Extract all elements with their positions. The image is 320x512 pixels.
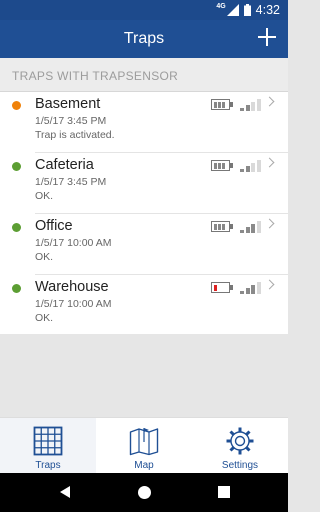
signal-bar	[256, 221, 261, 233]
trap-row[interactable]: Cafeteria 1/5/17 3:45 PM OK.	[0, 153, 288, 214]
signal-bar	[251, 224, 255, 233]
trap-date: 1/5/17 3:45 PM	[35, 115, 107, 127]
content-area: TRAPS WITH TRAPSENSOR Basement 1/5/17 3:…	[0, 58, 288, 417]
status-dot	[12, 223, 21, 232]
battery-icon	[211, 221, 233, 232]
tab-label: Traps	[35, 460, 61, 471]
status-dot	[12, 162, 21, 171]
battery-icon	[211, 282, 233, 293]
chevron-right-icon	[264, 279, 275, 290]
tab-traps[interactable]: Traps	[0, 418, 96, 474]
grid-icon	[33, 426, 63, 456]
cell-signal-icon	[226, 4, 239, 16]
battery-cell	[213, 162, 217, 169]
trap-status: OK.	[35, 312, 54, 324]
trap-name: Warehouse	[35, 279, 109, 295]
battery-cell	[221, 223, 225, 230]
back-icon[interactable]	[60, 486, 70, 498]
trap-row[interactable]: Basement 1/5/17 3:45 PM Trap is activate…	[0, 92, 288, 153]
trap-date: 1/5/17 3:45 PM	[35, 176, 107, 188]
signal-bar	[256, 99, 261, 111]
page-title: Traps	[123, 30, 165, 47]
status-dot	[12, 284, 21, 293]
signal-bar	[240, 230, 244, 233]
battery-cell	[221, 162, 225, 169]
trap-name: Office	[35, 218, 73, 234]
trap-row[interactable]: Warehouse 1/5/17 10:00 AM OK.	[0, 275, 288, 334]
tab-label: Map	[134, 460, 154, 471]
home-icon[interactable]	[138, 486, 151, 499]
battery-cell	[213, 284, 217, 291]
signal-bar	[256, 282, 261, 294]
system-nav-bar	[0, 473, 288, 512]
battery-icon	[211, 99, 233, 110]
signal-icon	[240, 160, 262, 172]
trap-status: Trap is activated.	[35, 129, 115, 141]
signal-icon	[240, 99, 262, 111]
signal-bar	[245, 227, 250, 233]
battery-status-icon	[243, 4, 251, 16]
status-bar: 4G 4:32	[0, 0, 288, 20]
signal-bar	[245, 166, 250, 172]
signal-bar	[251, 102, 255, 111]
battery-icon	[211, 160, 233, 171]
trap-date: 1/5/17 10:00 AM	[35, 237, 112, 249]
trap-status: OK.	[35, 251, 54, 263]
signal-bar	[251, 285, 255, 294]
chevron-right-icon	[264, 157, 275, 168]
tab-bar: Traps Map Settings	[0, 417, 288, 474]
app-bar: Traps	[0, 20, 288, 58]
add-trap-button[interactable]	[256, 26, 278, 48]
signal-bar	[240, 291, 244, 294]
tab-label: Settings	[221, 460, 259, 471]
tab-map[interactable]: Map	[96, 418, 192, 474]
gear-icon	[226, 427, 254, 455]
status-dot	[12, 101, 21, 110]
clock: 4:32	[255, 3, 280, 17]
trap-row[interactable]: Office 1/5/17 10:00 AM OK.	[0, 214, 288, 275]
battery-cell	[213, 101, 217, 108]
chevron-right-icon	[264, 218, 275, 229]
signal-bar	[245, 288, 250, 294]
signal-icon	[240, 221, 262, 233]
trap-status: OK.	[35, 190, 54, 202]
signal-bar	[256, 160, 261, 172]
network-type: 4G	[216, 2, 226, 10]
trap-date: 1/5/17 10:00 AM	[35, 298, 112, 310]
signal-bar	[240, 169, 244, 172]
trap-name: Basement	[35, 96, 101, 112]
battery-cell	[217, 101, 221, 108]
battery-cell	[217, 162, 221, 169]
trap-list: Basement 1/5/17 3:45 PM Trap is activate…	[0, 92, 288, 334]
battery-cell	[221, 101, 225, 108]
trap-name: Cafeteria	[35, 157, 94, 173]
signal-bar	[251, 163, 255, 172]
map-icon	[129, 428, 159, 456]
battery-cell	[217, 223, 221, 230]
signal-bar	[240, 108, 244, 111]
section-header: TRAPS WITH TRAPSENSOR	[0, 58, 288, 92]
signal-icon	[240, 282, 262, 294]
tab-settings[interactable]: Settings	[192, 418, 288, 474]
recent-apps-icon[interactable]	[218, 486, 230, 498]
battery-cell	[213, 223, 217, 230]
signal-bar	[245, 105, 250, 111]
chevron-right-icon	[264, 96, 275, 107]
